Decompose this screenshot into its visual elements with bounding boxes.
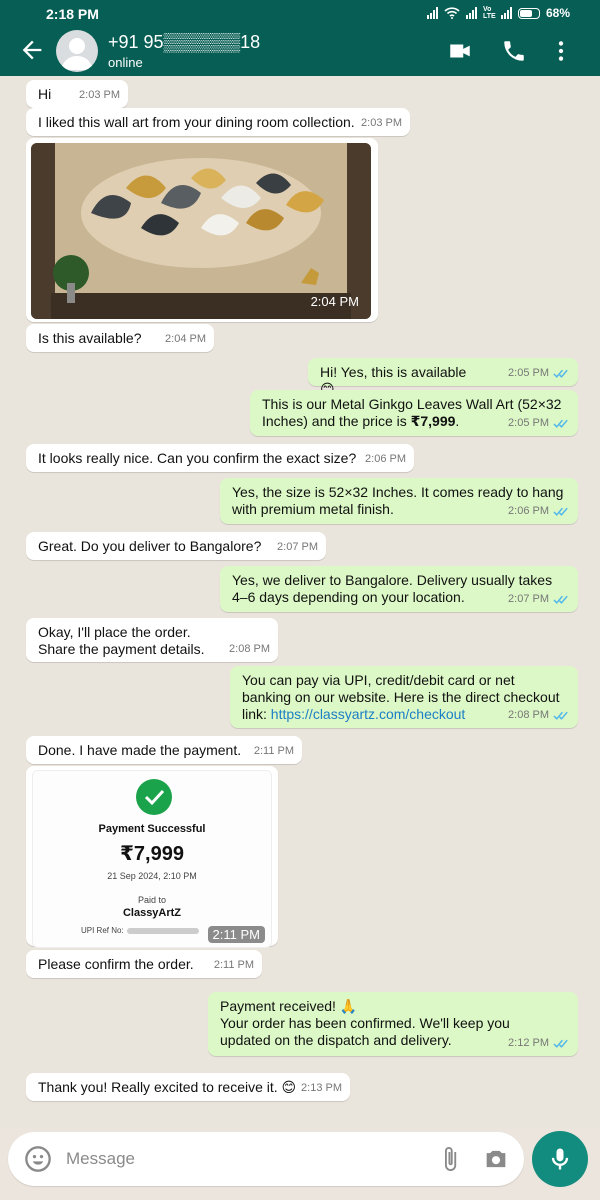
voice-call-icon[interactable] [501, 38, 527, 64]
price-bold: ₹7,999 [410, 413, 456, 429]
message-text: It looks really nice. Can you confirm th… [38, 450, 357, 466]
checkout-link[interactable]: https://classyartz.com/checkout [271, 706, 466, 722]
message-incoming[interactable]: Great. Do you deliver to Bangalore? 2:07… [26, 532, 326, 560]
battery-icon [517, 7, 540, 19]
message-meta: 2:07 PM [508, 591, 570, 608]
message-time: 2:07 PM [508, 593, 549, 605]
message-time: 2:13 PM [301, 1082, 342, 1094]
message-meta: 2:05 PM [508, 365, 570, 382]
wifi-icon [444, 7, 460, 19]
message-incoming[interactable]: Okay, I'll place the order. Share the pay… [26, 618, 278, 662]
message-time: 2:05 PM [508, 417, 549, 429]
message-time: 2:08 PM [229, 643, 270, 655]
message-time: 2:03 PM [79, 89, 120, 101]
message-outgoing[interactable]: Yes, we deliver to Bangalore. Delivery u… [220, 566, 578, 612]
receipt-date: 21 Sep 2024, 2:10 PM [107, 871, 197, 881]
wall-art-image[interactable]: 2:04 PM [31, 143, 371, 319]
mic-icon [551, 1148, 569, 1170]
payment-receipt-image[interactable]: Payment Successful ₹7,999 21 Sep 2024, 2… [32, 770, 272, 948]
message-incoming[interactable]: Done. I have made the payment. 2:11 PM [26, 736, 302, 764]
receipt-merchant: ClassyArtZ [122, 907, 182, 919]
camera-icon[interactable] [482, 1145, 510, 1173]
check-icon [136, 779, 172, 815]
chat-area[interactable]: Hi 2:03 PM I liked this wall art from yo… [0, 76, 600, 1128]
message-input-bar[interactable]: Message [8, 1132, 524, 1186]
double-tick-icon [553, 595, 568, 604]
receipt-title: Payment Successful [98, 823, 206, 835]
avatar[interactable] [56, 30, 98, 72]
contact-status: online [108, 55, 143, 70]
double-tick-icon [553, 507, 568, 516]
message-incoming[interactable]: Thank you! Really excited to receive it.… [26, 1073, 350, 1101]
status-bar: 2:18 PM Vo LTE 68% [0, 0, 600, 28]
receipt-paid-to-label: Paid to [137, 895, 167, 905]
network-label: Vo LTE [482, 6, 496, 20]
message-outgoing[interactable]: Payment received! 🙏 Your order has been c… [208, 992, 578, 1056]
double-tick-icon [553, 1039, 568, 1048]
message-meta: 2:06 PM [508, 503, 570, 520]
message-incoming[interactable]: Is this available? 2:04 PM [26, 324, 214, 352]
message-time: 2:07 PM [277, 541, 318, 553]
message-time: 2:04 PM [165, 333, 206, 345]
back-arrow-icon[interactable] [18, 36, 46, 64]
message-incoming[interactable]: Please confirm the order. 2:11 PM [26, 950, 262, 978]
double-tick-icon [553, 419, 568, 428]
message-time: 2:03 PM [361, 117, 402, 129]
message-incoming[interactable]: Hi 2:03 PM [26, 80, 128, 108]
more-options-icon[interactable] [548, 38, 574, 64]
message-incoming[interactable]: I liked this wall art from your dining r… [26, 108, 410, 136]
status-time: 2:18 PM [46, 6, 99, 22]
mic-button[interactable] [532, 1131, 588, 1187]
signal-icon [426, 7, 438, 19]
message-time: 2:12 PM [508, 1037, 549, 1049]
contact-name[interactable]: +91 95▒▒▒▒▒▒18 [108, 32, 260, 53]
message-incoming[interactable]: It looks really nice. Can you confirm th… [26, 444, 414, 472]
message-outgoing[interactable]: You can pay via UPI, credit/debit card o… [230, 666, 578, 728]
message-meta: 2:08 PM [508, 707, 570, 724]
message-input[interactable]: Message [66, 1149, 135, 1169]
attach-icon[interactable] [436, 1145, 464, 1173]
message-outgoing[interactable]: Yes, the size is 52×32 Inches. It comes … [220, 478, 578, 524]
message-text: I liked this wall art from your dining r… [38, 114, 355, 130]
double-tick-icon [553, 711, 568, 720]
message-outgoing[interactable]: Hi! Yes, this is available 😊 2:05 PM [308, 358, 578, 397]
double-tick-icon [553, 369, 568, 378]
signal-icon-3 [500, 7, 512, 19]
status-icons: Vo LTE 68% [426, 6, 570, 20]
message-time: 2:08 PM [508, 709, 549, 721]
message-time: 2:06 PM [365, 453, 406, 465]
image-message-wall-art[interactable]: 2:04 PM [26, 138, 378, 322]
message-meta: 2:05 PM [508, 415, 570, 432]
emoji-icon[interactable] [24, 1145, 52, 1173]
message-outgoing[interactable]: This is our Metal Ginkgo Leaves Wall Art… [250, 390, 578, 436]
message-meta: 2:12 PM [508, 1035, 570, 1052]
message-time: 2:05 PM [508, 367, 549, 379]
signal-icon-2 [465, 7, 477, 19]
avatar-icon [61, 38, 93, 70]
video-call-icon[interactable] [447, 38, 473, 64]
chat-header: +91 95▒▒▒▒▒▒18 online [0, 28, 600, 76]
message-time: 2:04 PM [310, 294, 359, 309]
message-time: 2:11 PM [253, 745, 294, 757]
wall-art-picture [31, 143, 371, 319]
image-message-receipt[interactable]: Payment Successful ₹7,999 21 Sep 2024, 2… [26, 766, 278, 948]
receipt-amount: ₹7,999 [120, 843, 184, 865]
message-time: 2:11 PM [213, 959, 254, 971]
message-time: 2:06 PM [508, 505, 549, 517]
blurred-ref [126, 927, 199, 934]
message-time: 2:11 PM [207, 926, 265, 943]
receipt-upi-ref: UPI Ref No: [81, 926, 199, 935]
battery-level: 68% [545, 6, 570, 20]
